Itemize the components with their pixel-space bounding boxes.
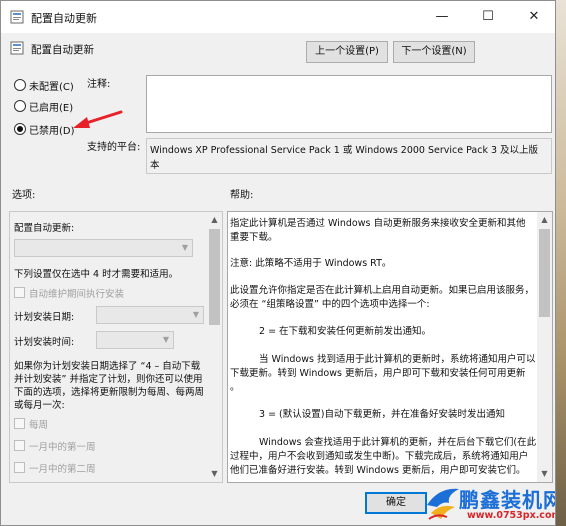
install-time-dropdown[interactable]: ▼ bbox=[96, 331, 174, 349]
help-text-line: 他们已准备好进行安装。转到 Windows 更新后，用户即可安装它们。 bbox=[230, 465, 526, 476]
options-section-label: 选项: bbox=[12, 190, 36, 201]
maximize-button[interactable]: ☐ bbox=[465, 1, 511, 33]
disabled-label[interactable]: 已禁用(D) bbox=[29, 122, 75, 137]
eagle-logo-icon bbox=[427, 488, 459, 520]
enabled-label[interactable]: 已启用(E) bbox=[29, 99, 73, 114]
title-bar[interactable]: 配置自动更新 — ☐ ✕ bbox=[1, 1, 555, 33]
schedule-paragraph-line-3: 下面的选项，选择将更新限制为每周、每两周 bbox=[14, 387, 205, 398]
install-day-label: 计划安装日期: bbox=[14, 312, 75, 323]
help-text-line: 下载更新。转到 Windows 更新后，用户即可下载和安装任何可用更新 bbox=[230, 368, 526, 379]
maintenance-install-checkbox[interactable] bbox=[14, 287, 25, 298]
disabled-radio[interactable] bbox=[14, 123, 26, 135]
desktop-background bbox=[556, 0, 566, 526]
scroll-up-icon[interactable]: ▲ bbox=[207, 212, 222, 228]
comment-textarea[interactable] bbox=[146, 75, 552, 133]
not-configured-radio[interactable] bbox=[14, 79, 26, 91]
annotation-arrow-icon bbox=[73, 110, 123, 128]
window-title: 配置自动更新 bbox=[31, 12, 97, 25]
help-text-line: Windows 会查找适用于此计算机的更新，并在后台下载它们(在此 bbox=[259, 437, 537, 448]
install-day-dropdown[interactable]: ▼ bbox=[96, 306, 204, 324]
maintenance-install-label: 自动维护期间执行安装 bbox=[29, 289, 125, 300]
help-text-line: 必须在 “组策略设置” 中的四个选项中选择一个: bbox=[230, 299, 430, 310]
help-section-label: 帮助: bbox=[230, 190, 254, 201]
options-heading: 配置自动更新: bbox=[14, 223, 75, 234]
chevron-down-icon: ▼ bbox=[181, 243, 188, 252]
chevron-down-icon: ▼ bbox=[162, 335, 169, 344]
every-week-label: 每周 bbox=[29, 420, 49, 431]
install-time-label: 计划安装时间: bbox=[14, 337, 75, 348]
help-text-line: 重要下载。 bbox=[230, 232, 278, 243]
platform-line-2: 本 bbox=[150, 160, 160, 171]
help-text-line: 当 Windows 找到适用于此计算机的更新时，系统将通知用户可以 bbox=[259, 354, 536, 365]
first-week-label: 一月中的第一周 bbox=[29, 442, 96, 453]
policy-settings-icon bbox=[10, 10, 24, 24]
not-configured-label[interactable]: 未配置(C) bbox=[29, 78, 74, 93]
supported-platform-label: 支持的平台: bbox=[87, 142, 141, 153]
help-text-line: 此设置允许你指定是否在此计算机上启用自动更新。如果已启用该服务， bbox=[230, 285, 535, 296]
scroll-down-icon[interactable]: ▼ bbox=[207, 466, 222, 482]
watermark-brand: 鹏鑫装机网 bbox=[459, 488, 556, 512]
scroll-thumb[interactable] bbox=[539, 229, 550, 317]
help-text-line: 。 bbox=[230, 382, 240, 393]
first-week-checkbox[interactable] bbox=[14, 440, 25, 451]
scroll-down-icon[interactable]: ▼ bbox=[537, 466, 552, 482]
help-text-line: 2 = 在下载和安装任何更新前发出通知。 bbox=[259, 326, 432, 337]
schedule-paragraph-line-4: 或每月一次: bbox=[14, 400, 65, 411]
policy-title: 配置自动更新 bbox=[31, 44, 94, 56]
policy-dialog: 配置自动更新 — ☐ ✕ 配置自动更新 上一个设置(P) 下一个设置(N) 未配… bbox=[0, 0, 556, 526]
schedule-paragraph-line-1: 如果你为计划安装日期选择了 “4 – 自动下载 bbox=[14, 361, 201, 372]
help-text-line: 注意: 此策略不适用于 Windows RT。 bbox=[230, 258, 392, 269]
ok-button[interactable]: 确定 bbox=[365, 492, 427, 514]
enabled-radio[interactable] bbox=[14, 100, 26, 112]
auto-update-mode-dropdown[interactable]: ▼ bbox=[14, 239, 193, 257]
platform-line-1: Windows XP Professional Service Pack 1 或… bbox=[150, 145, 539, 156]
help-text-line: 过程中，用户不会收到通知或发生中断)。下载完成后，系统将通知用户 bbox=[230, 451, 529, 462]
options-clip: 一月中的第二周 bbox=[10, 456, 207, 482]
schedule-paragraph-line-2: 并计划安装” 并指定了计划，则你还可以使用 bbox=[14, 374, 203, 385]
help-scrollbar[interactable]: ▲ ▼ bbox=[537, 212, 552, 482]
options-scrollbar[interactable]: ▲ ▼ bbox=[207, 212, 222, 482]
policy-settings-icon bbox=[10, 41, 24, 55]
scroll-up-icon[interactable]: ▲ bbox=[537, 212, 552, 228]
comment-label: 注释: bbox=[87, 79, 111, 90]
supported-platform-box: Windows XP Professional Service Pack 1 或… bbox=[146, 138, 552, 174]
second-week-label: 一月中的第二周 bbox=[29, 464, 96, 475]
previous-setting-button[interactable]: 上一个设置(P) bbox=[306, 41, 388, 63]
options-note: 下列设置仅在选中 4 时才需要和适用。 bbox=[14, 269, 179, 280]
help-text-line: 指定此计算机是否通过 Windows 自动更新服务来接收安全更新和其他 bbox=[230, 218, 526, 229]
minimize-button[interactable]: — bbox=[419, 1, 465, 33]
close-button[interactable]: ✕ bbox=[511, 1, 555, 33]
scroll-thumb[interactable] bbox=[209, 229, 220, 325]
help-text-line: 3 = (默认设置)自动下载更新，并在准备好安装时发出通知 bbox=[259, 409, 505, 420]
watermark-url: www.0753px.com bbox=[467, 510, 556, 521]
chevron-down-icon: ▼ bbox=[192, 310, 199, 319]
second-week-checkbox[interactable] bbox=[14, 462, 25, 473]
next-setting-button[interactable]: 下一个设置(N) bbox=[393, 41, 475, 63]
every-week-checkbox[interactable] bbox=[14, 418, 25, 429]
